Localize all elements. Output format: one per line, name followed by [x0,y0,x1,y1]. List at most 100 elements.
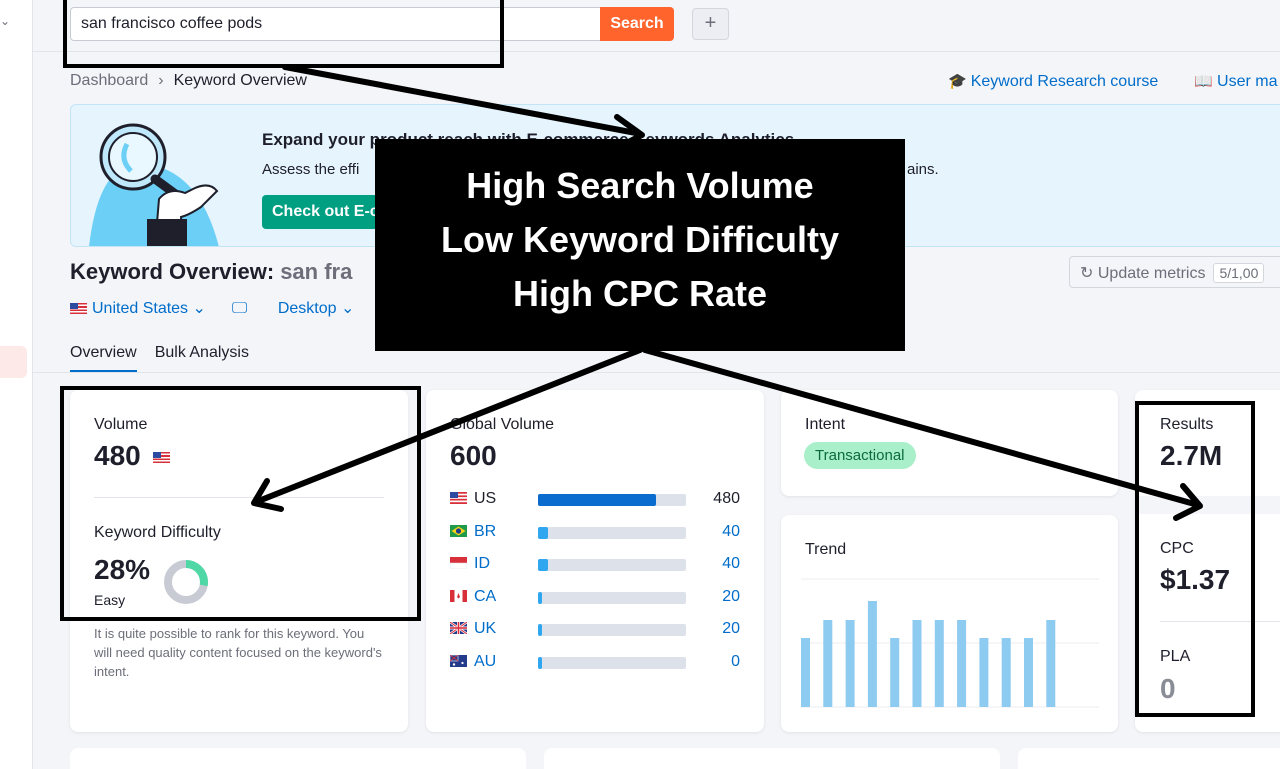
trend-bar [823,620,833,707]
trend-bar [1001,638,1011,707]
country-volume[interactable]: 40 [722,555,740,573]
volume-bar-fill [538,526,548,539]
trend-bar [979,638,989,707]
volume-bar [538,591,686,604]
country-volume[interactable]: 20 [722,620,740,638]
tab-bar: Overview Bulk Analysis [70,344,267,373]
country-code[interactable]: ID [474,555,490,573]
global-volume-label: Global Volume [450,416,555,433]
add-icon[interactable]: + [692,8,729,40]
country-code[interactable]: AU [474,653,496,671]
intent-label: Intent [805,416,846,433]
volume-bar-fill [538,624,542,636]
volume-bar-fill [538,591,542,604]
graduation-cap-icon: 🎓 [948,73,967,90]
ca-flag-icon [450,589,467,602]
course-link[interactable]: 🎓 Keyword Research course [948,73,1176,90]
country-code[interactable]: UK [474,620,496,638]
tab-bulk-analysis[interactable]: Bulk Analysis [155,344,249,370]
breadcrumb: Dashboard › Keyword Overview [70,72,307,90]
volume-bar [538,656,686,669]
trend-chart [801,578,1099,708]
country-volume[interactable]: 20 [722,588,740,606]
manual-link[interactable]: 📖 User ma [1194,73,1280,90]
banner-text-end: ains. [907,161,939,178]
trend-bar [1046,620,1056,707]
global-volume-value: 600 [450,440,497,471]
country-volume[interactable]: 40 [722,523,740,541]
volume-bar-fill [538,559,548,571]
update-count-badge: 5/1,00 [1213,263,1265,283]
country-volume[interactable]: 0 [731,653,740,671]
intent-badge: Transactional [804,442,916,469]
global-volume-row-br: BR 40 [450,523,740,541]
volume-bar [538,624,686,636]
intent-card: Intent Transactional [781,390,1118,496]
breadcrumb-dashboard[interactable]: Dashboard [70,72,148,89]
us-flag-icon [450,492,467,504]
tab-overview[interactable]: Overview [70,344,137,373]
global-volume-row-au: AU 0 [450,653,740,671]
chevron-down-icon[interactable]: ⌄ [0,14,14,28]
trend-bar [890,638,900,707]
global-volume-row-ca: CA 20 [450,588,740,606]
volume-highlight-box [60,386,421,621]
magnifier-illustration [89,123,219,246]
global-volume-row-uk: UK 20 [450,620,740,638]
volume-bar [538,559,686,571]
sidebar-active-indicator[interactable] [0,346,27,378]
device-select[interactable]: 🖵 Desktop ⌄ [232,300,354,317]
id-flag-icon [450,557,467,569]
volume-bar [538,526,686,539]
au-flag-icon [450,654,467,667]
bottom-card [544,748,1000,769]
trend-bar [801,638,810,707]
trend-card: Trend [781,515,1118,732]
search-highlight-box [63,0,504,68]
country-code: US [474,490,497,507]
refresh-icon: ↻ [1080,265,1094,282]
update-metrics-label: Update metrics [1097,265,1206,282]
left-rail: ⌄ [0,0,33,769]
global-volume-row-id: ID 40 [450,555,740,573]
breadcrumb-current: Keyword Overview [173,72,307,89]
book-icon: 📖 [1194,73,1214,90]
trend-bar [867,601,877,707]
volume-bar [538,494,686,506]
us-flag-icon [70,303,87,315]
annotation-line-1: High Search Volume [466,165,814,206]
country-volume: 480 [713,490,740,507]
trend-label: Trend [805,541,847,558]
br-flag-icon [450,524,467,537]
search-button[interactable]: Search [600,7,674,41]
country-select[interactable]: United States ⌄ [70,300,206,317]
annotation-callout: High Search Volume Low Keyword Difficult… [375,139,905,351]
volume-bar-fill [538,656,542,669]
metrics-highlight-box [1135,401,1255,717]
page-title-keyword: san fra [280,259,353,284]
trend-bar [1024,638,1033,707]
page-title-label: Keyword Overview: [70,259,275,284]
tabs-divider [33,372,1280,373]
uk-flag-icon [450,622,467,634]
filters: United States ⌄ 🖵 Desktop ⌄ [70,298,380,318]
banner-text: Assess the effi [262,161,360,178]
global-volume-card: Global Volume 600 US 480 BR 40 ID 40 CA 20 UK 20 A… [426,390,764,732]
trend-bar [845,620,855,707]
global-volume-row-us: US 480 [450,490,740,508]
bottom-card [70,748,526,769]
page-title: Keyword Overview: san fra [70,259,352,285]
volume-bar-fill [538,494,656,506]
trend-bar [957,620,967,707]
update-metrics-button[interactable]: ↻ Update metrics 5/1,00 [1069,256,1280,288]
trend-bar [934,620,944,707]
country-code[interactable]: CA [474,588,496,606]
annotation-line-2: Low Keyword Difficulty [440,219,840,260]
trend-bar [912,620,922,707]
monitor-icon: 🖵 [231,300,248,317]
bottom-card [1018,748,1280,769]
annotation-line-3: High CPC Rate [512,273,768,314]
kd-description: It is quite possible to rank for this ke… [94,626,382,679]
chevron-right-icon: › [158,72,164,89]
country-code[interactable]: BR [474,523,496,541]
